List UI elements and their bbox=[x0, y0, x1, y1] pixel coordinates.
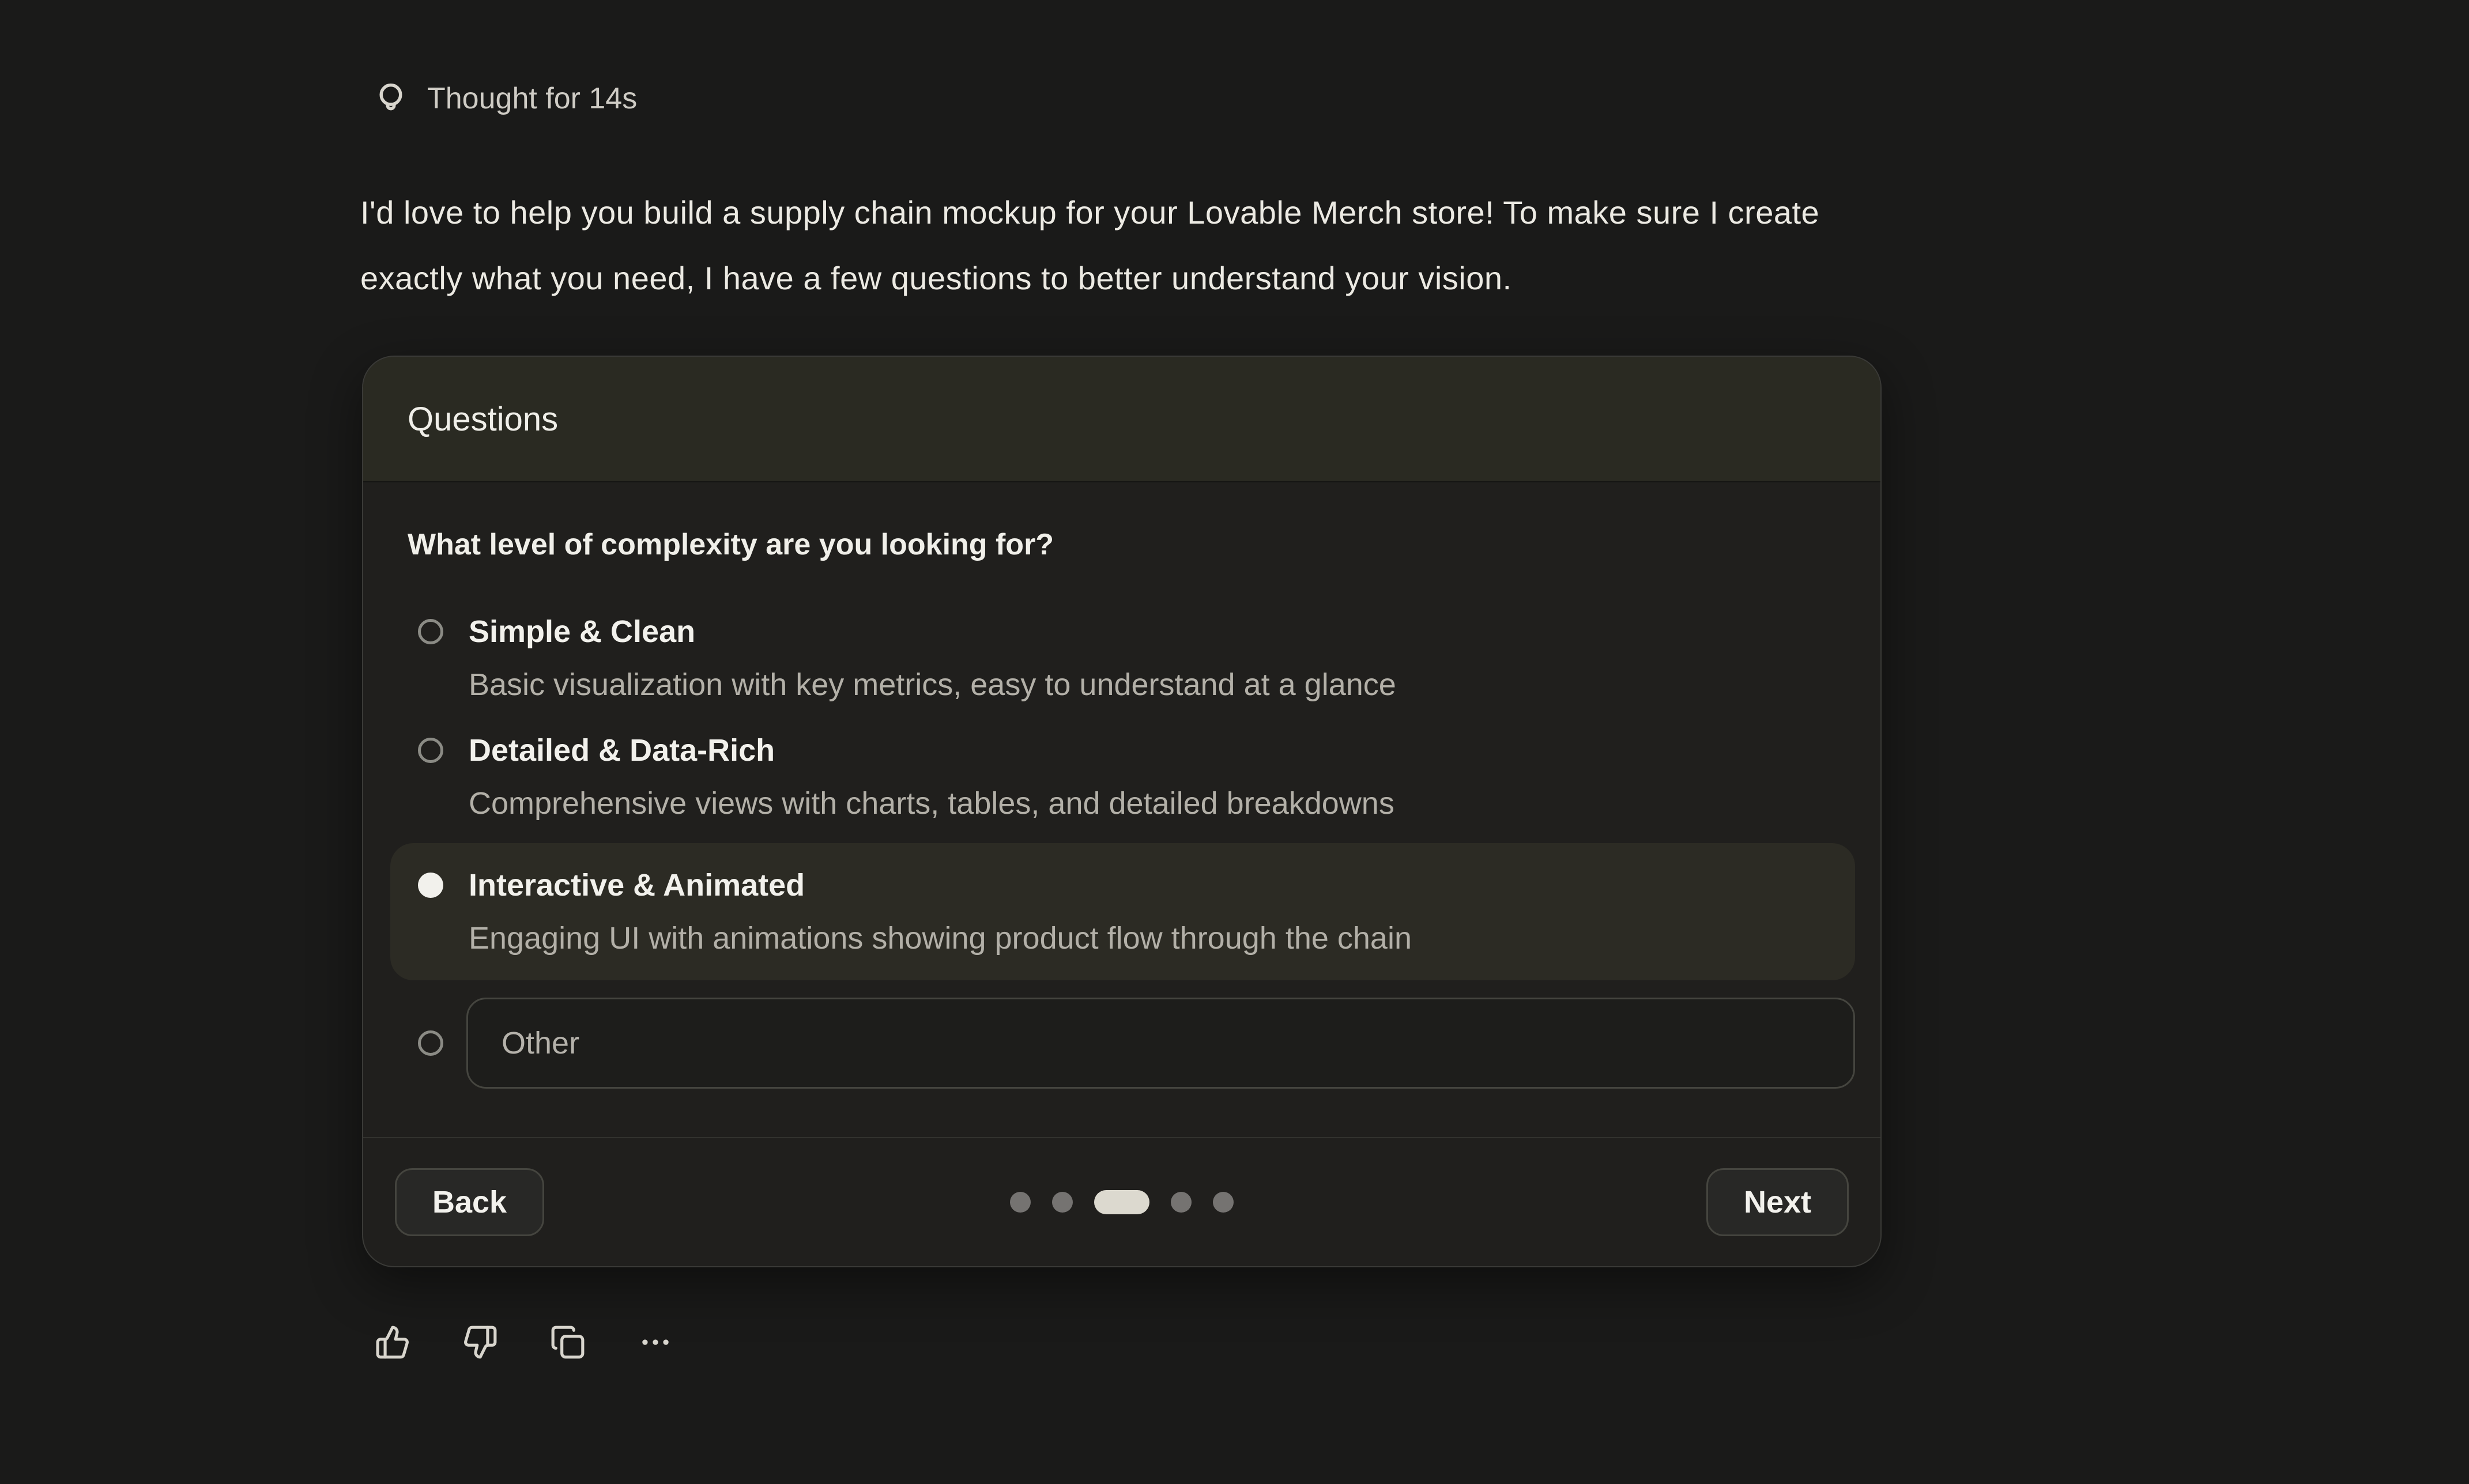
thought-summary[interactable]: Thought for 14s bbox=[372, 80, 637, 118]
card-body: What level of complexity are you looking… bbox=[363, 482, 1880, 1137]
radio-unselected-icon[interactable] bbox=[418, 738, 443, 763]
more-options-button[interactable] bbox=[636, 1323, 674, 1361]
lightbulb-icon bbox=[372, 80, 410, 118]
card-header: Questions bbox=[363, 357, 1880, 482]
option-label: Detailed & Data-Rich bbox=[469, 731, 1394, 769]
option-label: Simple & Clean bbox=[469, 613, 1396, 651]
option-simple-clean[interactable]: Simple & Clean Basic visualization with … bbox=[390, 599, 1855, 718]
message-actions bbox=[374, 1323, 674, 1361]
radio-unselected-icon[interactable] bbox=[418, 619, 443, 644]
questions-card: Questions What level of complexity are y… bbox=[362, 356, 1882, 1267]
thumbs-up-icon bbox=[375, 1324, 410, 1360]
card-title: Questions bbox=[408, 400, 558, 439]
ellipsis-icon bbox=[638, 1324, 673, 1360]
progress-dot bbox=[1052, 1192, 1073, 1213]
option-description: Comprehensive views with charts, tables,… bbox=[469, 784, 1394, 822]
radio-selected-icon[interactable] bbox=[418, 873, 443, 898]
option-description: Engaging UI with animations showing prod… bbox=[469, 919, 1412, 957]
option-description: Basic visualization with key metrics, ea… bbox=[469, 666, 1396, 704]
progress-dot-active bbox=[1094, 1190, 1149, 1214]
radio-unselected-icon[interactable] bbox=[418, 1030, 443, 1056]
thumbs-up-button[interactable] bbox=[374, 1323, 412, 1361]
option-interactive-animated[interactable]: Interactive & Animated Engaging UI with … bbox=[390, 843, 1855, 980]
next-button[interactable]: Next bbox=[1706, 1168, 1849, 1236]
progress-dots bbox=[1010, 1190, 1234, 1214]
message-line: exactly what you need, I have a few ques… bbox=[360, 246, 1819, 311]
thumbs-down-button[interactable] bbox=[461, 1323, 499, 1361]
option-other[interactable] bbox=[390, 998, 1855, 1089]
progress-dot bbox=[1171, 1192, 1192, 1213]
copy-button[interactable] bbox=[549, 1323, 587, 1361]
option-label: Interactive & Animated bbox=[469, 866, 1412, 904]
assistant-message: I'd love to help you build a supply chai… bbox=[360, 180, 1819, 311]
thought-label: Thought for 14s bbox=[427, 81, 637, 116]
progress-dot bbox=[1213, 1192, 1234, 1213]
back-button[interactable]: Back bbox=[395, 1168, 544, 1236]
copy-icon bbox=[550, 1324, 586, 1360]
question-text: What level of complexity are you looking… bbox=[408, 527, 1855, 562]
other-input[interactable] bbox=[466, 998, 1855, 1089]
progress-dot bbox=[1010, 1192, 1031, 1213]
thumbs-down-icon bbox=[462, 1324, 498, 1360]
option-detailed-data-rich[interactable]: Detailed & Data-Rich Comprehensive views… bbox=[390, 718, 1855, 836]
message-line: I'd love to help you build a supply chai… bbox=[360, 180, 1819, 246]
card-footer: Back Next bbox=[363, 1137, 1880, 1266]
